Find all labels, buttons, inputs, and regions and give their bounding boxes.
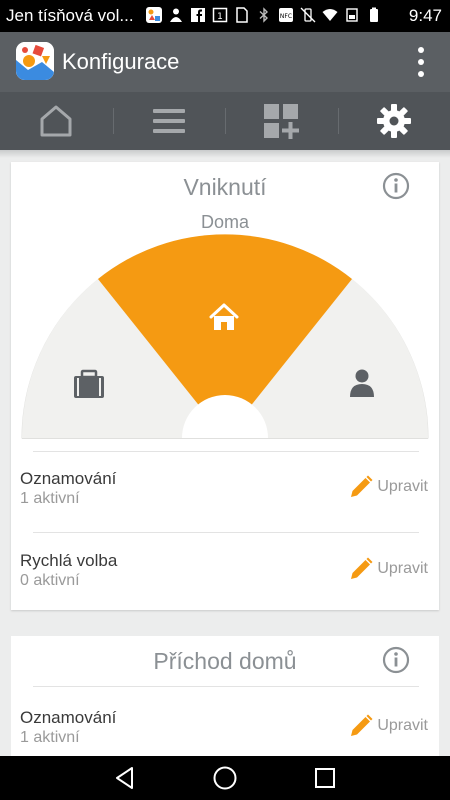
bluetooth-icon bbox=[256, 7, 272, 23]
list-item[interactable]: Rychlá volba 0 aktivní Upravit bbox=[20, 551, 428, 607]
home-circle-icon[interactable] bbox=[212, 765, 238, 791]
list-item[interactable]: Oznamování 1 aktivní Upravit bbox=[20, 469, 428, 525]
person-icon bbox=[168, 7, 184, 23]
battery-saver-icon bbox=[344, 7, 360, 23]
row-title: Oznamování bbox=[20, 708, 117, 727]
card-title: Příchod domů bbox=[153, 648, 297, 674]
clock: 9:47 bbox=[408, 6, 442, 25]
system-nav-bar bbox=[0, 756, 450, 800]
pencil-icon bbox=[351, 557, 373, 579]
divider bbox=[33, 451, 419, 452]
wifi-icon bbox=[322, 7, 338, 23]
info-icon[interactable] bbox=[382, 646, 410, 674]
app-logo bbox=[16, 42, 54, 80]
row-subtitle: 1 aktivní bbox=[20, 490, 80, 507]
nfc-icon: NFC bbox=[278, 7, 294, 23]
app-bar: Konfigurace bbox=[0, 32, 450, 92]
tab-add-widget[interactable] bbox=[225, 92, 338, 150]
notification-icon: 1 bbox=[212, 7, 228, 23]
edit-label: Upravit bbox=[377, 478, 428, 495]
edit-button[interactable]: Upravit bbox=[349, 714, 428, 738]
divider bbox=[33, 532, 419, 533]
edit-label: Upravit bbox=[377, 560, 428, 577]
pencil-icon bbox=[351, 714, 373, 736]
edit-label: Upravit bbox=[377, 717, 428, 734]
pencil-icon bbox=[351, 475, 373, 497]
row-title: Rychlá volba bbox=[20, 551, 118, 570]
mode-label: Doma bbox=[200, 212, 249, 232]
intrusion-card: Vniknutí Doma Oznamování 1 aktivní Uprav… bbox=[11, 162, 439, 610]
info-icon[interactable] bbox=[382, 172, 410, 200]
home-icon bbox=[40, 105, 72, 137]
recents-icon[interactable] bbox=[312, 765, 338, 791]
carrier-text: Jen tísňová vol... bbox=[6, 6, 134, 25]
card-title: Vniknutí bbox=[183, 174, 267, 200]
svg-text:NFC: NFC bbox=[280, 13, 292, 20]
tab-settings[interactable] bbox=[337, 92, 450, 150]
app-title: Konfigurace bbox=[62, 49, 180, 74]
list-icon bbox=[152, 109, 185, 133]
facebook-icon bbox=[190, 7, 206, 23]
tab-list[interactable] bbox=[112, 92, 226, 150]
gear-icon bbox=[376, 104, 411, 138]
edit-button[interactable]: Upravit bbox=[349, 557, 428, 581]
app-notification-icon bbox=[146, 7, 162, 23]
row-subtitle: 0 aktivní bbox=[20, 572, 80, 589]
tab-bar bbox=[0, 92, 450, 150]
mode-gauge bbox=[21, 234, 429, 439]
status-icons: 1 NFC bbox=[146, 7, 382, 23]
add-widget-icon bbox=[264, 104, 300, 139]
edit-button[interactable]: Upravit bbox=[349, 475, 428, 499]
row-title: Oznamování bbox=[20, 469, 117, 488]
sim-icon bbox=[234, 7, 250, 23]
vibrate-icon bbox=[300, 7, 316, 23]
row-subtitle: 1 aktivní bbox=[20, 729, 80, 746]
svg-text:1: 1 bbox=[217, 12, 223, 22]
back-icon[interactable] bbox=[112, 765, 138, 791]
more-vert-icon[interactable] bbox=[414, 47, 428, 77]
status-bar: Jen tísňová vol... 1 NFC 9:47 bbox=[0, 0, 450, 32]
tab-home[interactable] bbox=[0, 92, 113, 150]
divider bbox=[33, 686, 419, 687]
arrival-card: Příchod domů Oznamování 1 aktivní Upravi… bbox=[11, 636, 439, 760]
battery-icon bbox=[366, 7, 382, 23]
tab-bar-shadow bbox=[0, 150, 450, 158]
